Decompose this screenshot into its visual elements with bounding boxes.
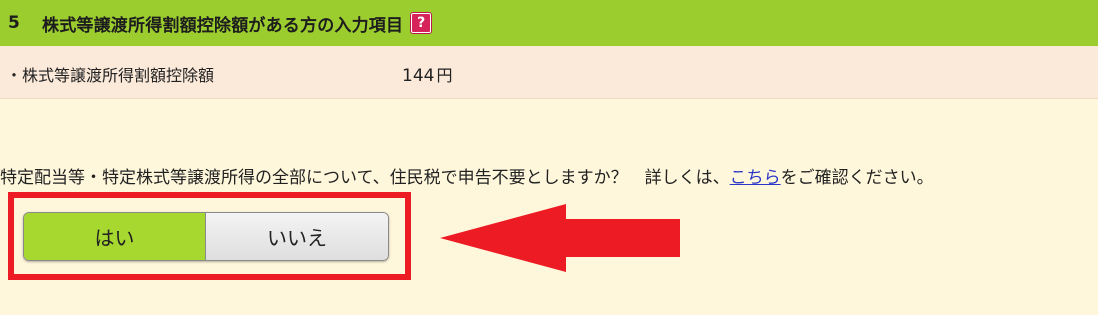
deduction-unit: 円	[436, 66, 453, 85]
deduction-row: ・株式等譲渡所得割額控除額 144 円	[0, 46, 1098, 99]
section-title: 株式等譲渡所得割額控除額がある方の入力項目	[42, 15, 404, 36]
yes-button[interactable]: はい	[24, 213, 206, 260]
deduction-value-group: 144 円	[402, 62, 452, 86]
question-suffix: をご確認ください。	[780, 168, 934, 188]
help-icon[interactable]: ?	[411, 13, 432, 33]
annotation-arrow-icon	[440, 204, 680, 272]
declaration-question: 特定配当等・特定株式等譲渡所得の全部について、住民税で申告不要としますか？ 詳し…	[0, 163, 934, 188]
deduction-label: ・株式等譲渡所得割額控除額	[6, 66, 215, 85]
section-header: 5 株式等譲渡所得割額控除額がある方の入力項目 ?	[0, 0, 1098, 46]
question-text: 特定配当等・特定株式等譲渡所得の全部について、住民税で申告不要としますか？ 詳し…	[0, 168, 730, 188]
no-button[interactable]: いいえ	[206, 213, 388, 260]
deduction-amount: 144	[402, 66, 435, 86]
details-link[interactable]: こちら	[730, 168, 781, 188]
section-number: 5	[8, 13, 20, 33]
yes-no-toggle: はい いいえ	[23, 212, 389, 261]
